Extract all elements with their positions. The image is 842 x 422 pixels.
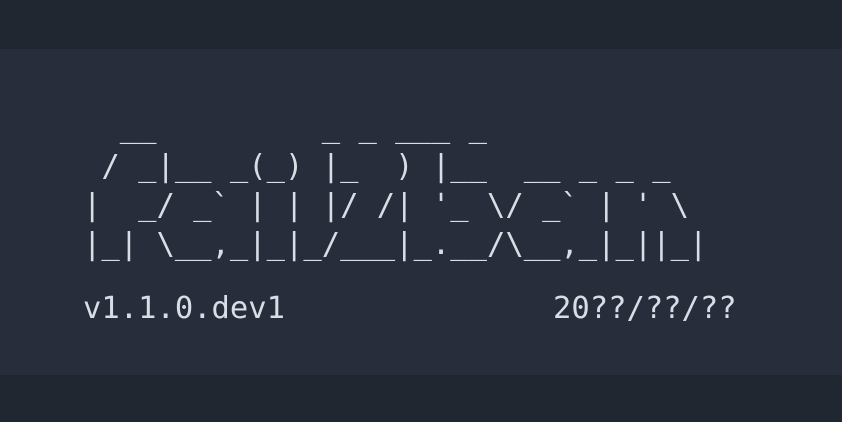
ascii-banner: __ _ _ ___ _ / _|__ _(_) |_ ) |__ __ _ _… bbox=[83, 110, 708, 262]
release-date-label: 20??/??/?? bbox=[553, 291, 737, 326]
version-label: v1.1.0.dev1 bbox=[83, 291, 285, 326]
page: __ _ _ ___ _ / _|__ _(_) |_ ) |__ __ _ _… bbox=[0, 0, 842, 422]
